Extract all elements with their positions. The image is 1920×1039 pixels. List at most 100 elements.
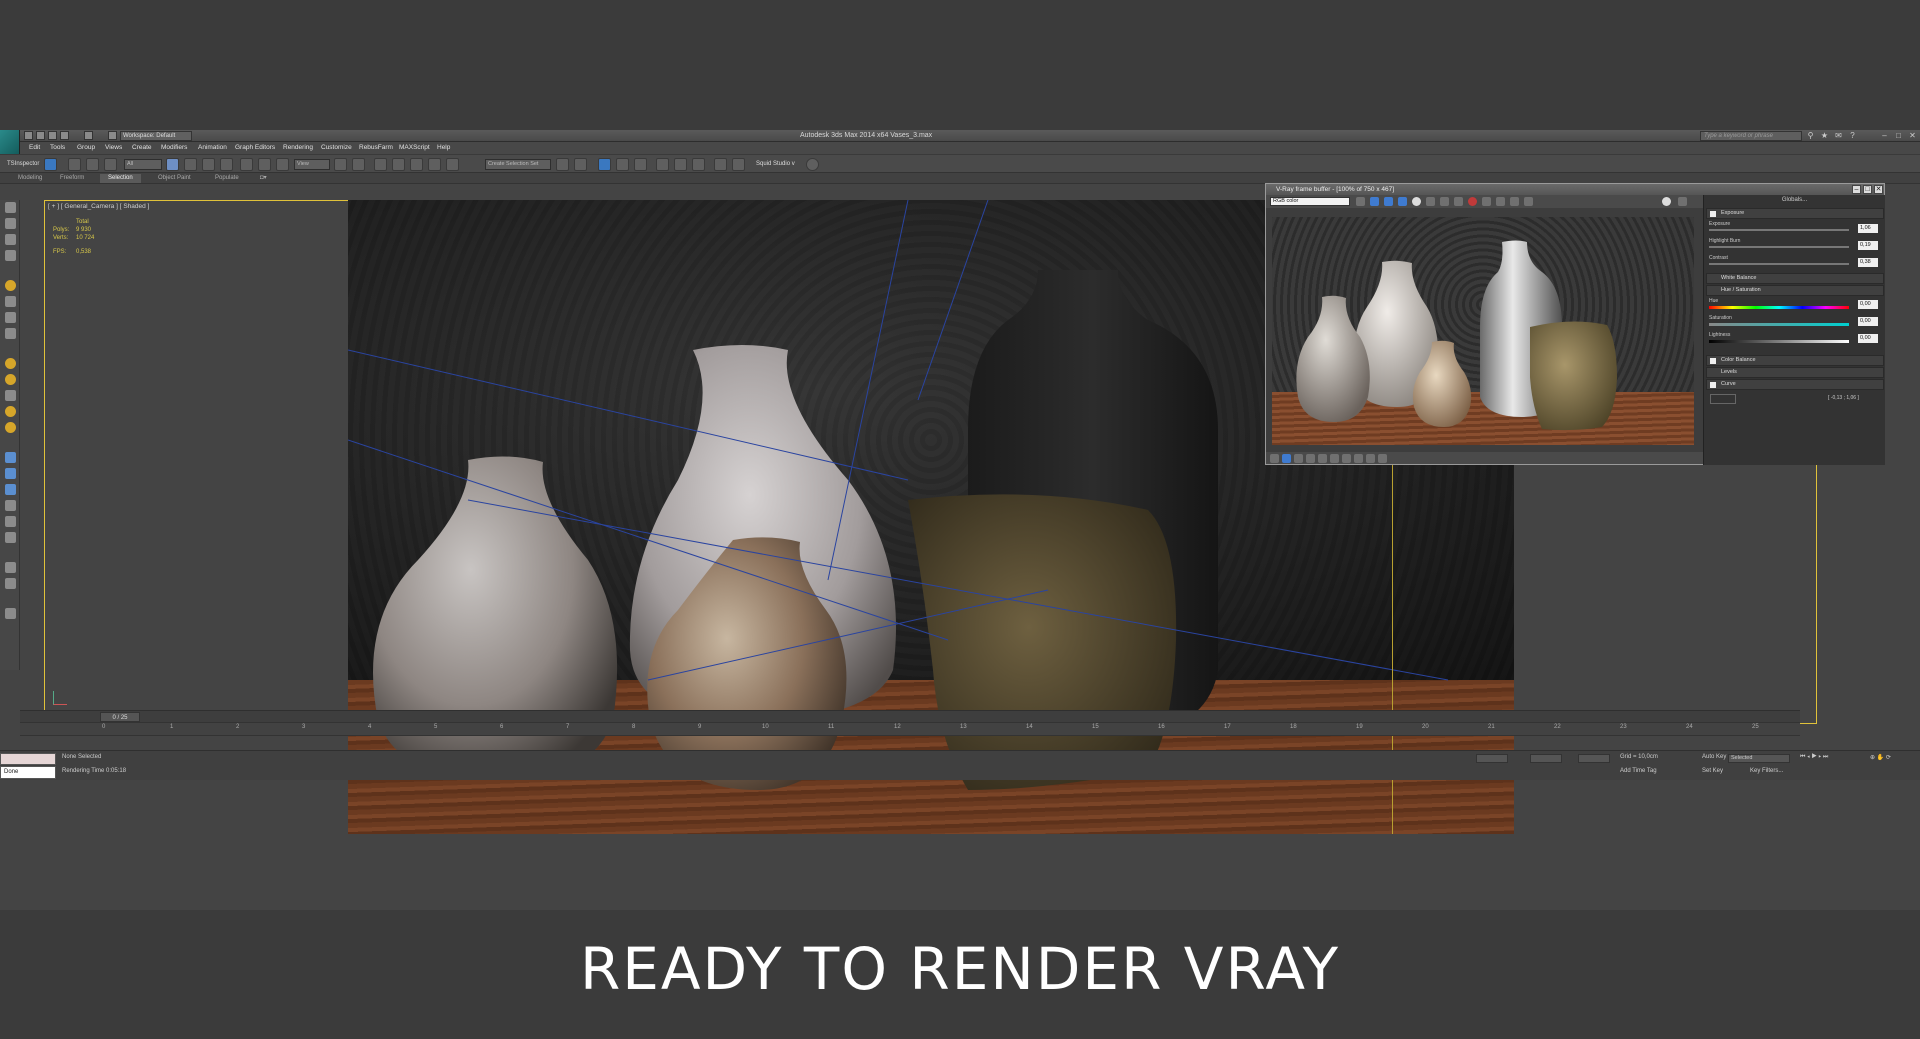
unlink-icon[interactable] [86, 158, 99, 171]
add-time-tag[interactable]: Add Time Tag [1620, 768, 1657, 774]
green-channel-icon[interactable] [1384, 197, 1393, 206]
viewport-label[interactable]: [ + ] [ General_Camera ] [ Shaded ] [48, 203, 149, 210]
save-image-icon[interactable] [1440, 197, 1449, 206]
red-channel-icon[interactable] [1370, 197, 1379, 206]
mono-icon[interactable] [1426, 197, 1435, 206]
vfb-close-icon[interactable]: ✕ [1874, 185, 1883, 194]
move-icon[interactable] [240, 158, 253, 171]
sphere-icon[interactable] [5, 562, 16, 573]
saturation-value[interactable]: 0,00 [1858, 317, 1878, 326]
new-icon[interactable] [24, 131, 33, 140]
track-mouse-icon[interactable] [1496, 197, 1505, 206]
saturation-slider[interactable] [1709, 323, 1849, 326]
globals-button[interactable]: Globals... [1704, 197, 1885, 203]
key-mode-dropdown[interactable]: Selected [1728, 754, 1790, 763]
project-folder-icon[interactable] [108, 131, 117, 140]
contrast-slider[interactable] [1709, 263, 1849, 265]
render-teapot-icon[interactable] [806, 158, 819, 171]
exposure-row[interactable]: Exposure [1706, 208, 1884, 219]
select-manipulate-icon[interactable] [352, 158, 365, 171]
vfb-srgb-icon[interactable] [1318, 454, 1327, 463]
alpha-channel-icon[interactable] [1412, 197, 1421, 206]
track-bar[interactable]: 0 1 2 3 4 5 6 7 8 9 10 11 12 13 14 15 16… [20, 722, 1800, 736]
tab-object-paint[interactable]: Object Paint [150, 174, 199, 183]
tool-icon-4[interactable] [5, 250, 16, 261]
scale-icon[interactable] [276, 158, 289, 171]
playback-controls-icon[interactable]: ⏮ ◂ ▶ ▸ ⏭ [1800, 754, 1828, 761]
highlight-burn-value[interactable]: 0,19 [1858, 241, 1878, 250]
lightness-value[interactable]: 0,00 [1858, 334, 1878, 343]
frame-counter[interactable]: 0 / 25 [100, 712, 140, 722]
clear-image-icon[interactable] [1468, 197, 1477, 206]
load-image-icon[interactable] [1454, 197, 1463, 206]
named-selection-dropdown[interactable]: Create Selection Set [485, 159, 551, 170]
white-balance-row[interactable]: White Balance [1706, 273, 1884, 284]
omni-light-icon[interactable] [5, 374, 16, 385]
ribbon-toggle-icon[interactable] [634, 158, 647, 171]
vfb-lut-icon[interactable] [1330, 454, 1339, 463]
snaps-toggle-icon[interactable] [374, 158, 387, 171]
menu-create[interactable]: Create [132, 144, 152, 151]
blue-channel-icon[interactable] [1398, 197, 1407, 206]
modifier-icon-6[interactable] [5, 532, 16, 543]
rendered-frame-window-icon[interactable] [732, 158, 745, 171]
curve-checkbox[interactable] [1710, 382, 1716, 388]
pivot-center-icon[interactable] [334, 158, 347, 171]
modifier-icon-4[interactable] [5, 500, 16, 511]
color-balance-checkbox[interactable] [1710, 358, 1716, 364]
material-editor-icon[interactable] [692, 158, 705, 171]
menu-help[interactable]: Help [437, 144, 450, 151]
open-icon[interactable] [36, 131, 45, 140]
hue-slider[interactable] [1709, 306, 1849, 309]
menu-modifiers[interactable]: Modifiers [161, 144, 187, 151]
render-icon[interactable] [1662, 197, 1671, 206]
vfb-history-icon[interactable] [1378, 454, 1387, 463]
vfb-levels-icon[interactable] [1282, 454, 1291, 463]
helper-icon[interactable] [5, 312, 16, 323]
search-input[interactable]: Type a keyword or phrase [1700, 131, 1802, 141]
menu-rebusfarm[interactable]: RebusFarm [359, 144, 393, 151]
vfb-curve-icon[interactable] [1294, 454, 1303, 463]
exposure-slider[interactable] [1709, 229, 1849, 231]
vfb-lens-icon[interactable] [1354, 454, 1363, 463]
ribbon-options-icon[interactable]: ◘▾ [252, 174, 275, 183]
modifier-icon-2[interactable] [5, 468, 16, 479]
copy-to-max-icon[interactable] [1482, 197, 1491, 206]
color-balance-row[interactable]: Color Balance [1706, 355, 1884, 366]
sun-icon[interactable] [5, 358, 16, 369]
help-icon[interactable]: ? [1848, 131, 1857, 140]
x-coordinate-field[interactable] [1476, 754, 1508, 763]
angle-snap-icon[interactable] [392, 158, 405, 171]
menu-group[interactable]: Group [77, 144, 95, 151]
vfb-color-icon[interactable] [1356, 197, 1365, 206]
ts-inspector-icon[interactable] [44, 158, 57, 171]
menu-graph-editors[interactable]: Graph Editors [235, 144, 275, 151]
lightness-slider[interactable] [1709, 340, 1849, 343]
bind-space-warp-icon[interactable] [104, 158, 117, 171]
spacewarp-icon[interactable] [5, 328, 16, 339]
squid-studio-label[interactable]: Squid Studio v [756, 161, 795, 167]
render-last-icon[interactable] [1524, 197, 1533, 206]
spot-light-icon[interactable] [5, 390, 16, 401]
menu-animation[interactable]: Animation [198, 144, 227, 151]
layer-manager-icon[interactable] [616, 158, 629, 171]
curve-preview[interactable] [1710, 394, 1736, 404]
vfb-maximize-icon[interactable]: □ [1863, 185, 1872, 194]
contrast-value[interactable]: 0,38 [1858, 258, 1878, 267]
undo-icon[interactable] [60, 131, 69, 140]
camera-icon[interactable] [5, 296, 16, 307]
edit-named-selection-icon[interactable] [446, 158, 459, 171]
skylight-icon[interactable] [5, 406, 16, 417]
tab-populate[interactable]: Populate [207, 174, 247, 183]
maxscript-listener[interactable] [0, 753, 56, 765]
maximize-icon[interactable]: □ [1894, 131, 1903, 140]
light-icon[interactable] [5, 280, 16, 291]
dome-light-icon[interactable] [5, 422, 16, 433]
highlight-burn-slider[interactable] [1709, 246, 1849, 248]
exposure-value[interactable]: 1,06 [1858, 224, 1878, 233]
schematic-view-icon[interactable] [674, 158, 687, 171]
modifier-icon-3[interactable] [5, 484, 16, 495]
vfb-stamp-icon[interactable] [1366, 454, 1375, 463]
modifier-icon-1[interactable] [5, 452, 16, 463]
select-by-name-icon[interactable] [184, 158, 197, 171]
